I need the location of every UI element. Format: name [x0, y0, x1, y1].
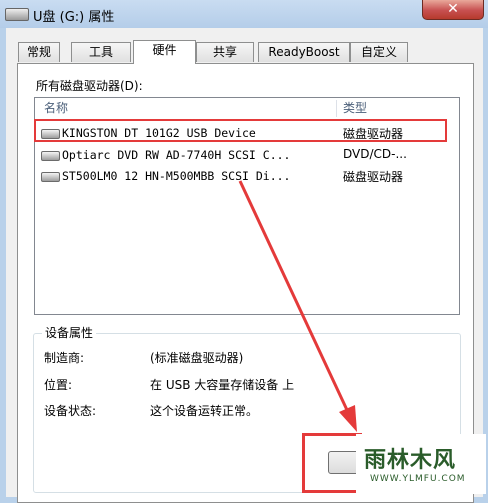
watermark-logo: 雨林木风 WWW.YLMFU.COM	[356, 434, 486, 494]
watermark-url: WWW.YLMFU.COM	[370, 474, 466, 484]
watermark-text: 雨林木风	[364, 448, 457, 473]
annotation-arrow	[238, 180, 357, 432]
tab-hardware[interactable]: 硬件	[133, 40, 196, 64]
